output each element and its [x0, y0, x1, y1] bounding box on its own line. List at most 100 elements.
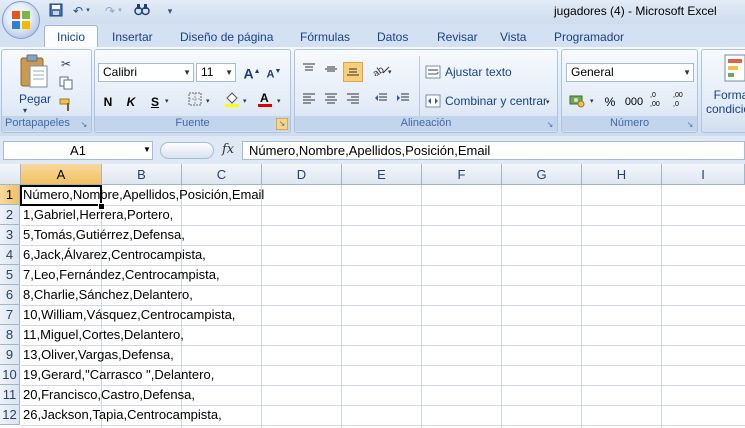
dialog-launcher-icon[interactable]: ↘ — [79, 120, 89, 130]
wrap-text-label[interactable]: Ajustar texto — [445, 65, 512, 79]
office-button[interactable] — [2, 1, 40, 39]
row-header[interactable]: 10 — [0, 365, 20, 385]
increase-decimal-button[interactable]: ,0 ,00 — [650, 91, 670, 111]
tab-insertar[interactable]: Insertar — [112, 27, 153, 47]
tab-inicio[interactable]: Inicio — [44, 25, 98, 48]
cell-a11[interactable]: 20,Francisco,Castro,Defensa, — [23, 385, 195, 405]
fill-color-dropdown-icon[interactable]: ▾ — [243, 97, 247, 105]
currency-icon[interactable] — [567, 92, 587, 112]
row-header[interactable]: 5 — [0, 265, 20, 285]
column-header-d[interactable]: D — [262, 164, 342, 185]
fill-handle[interactable] — [98, 203, 105, 210]
tab-formulas[interactable]: Fórmulas — [300, 27, 350, 47]
cut-icon[interactable]: ✂ — [56, 54, 76, 74]
redo-dropdown-icon[interactable]: ▾ — [116, 3, 124, 19]
tab-datos[interactable]: Datos — [377, 27, 408, 47]
cell-a8[interactable]: 11,Miguel,Cortes,Delantero, — [23, 325, 184, 345]
format-painter-icon[interactable] — [56, 98, 76, 118]
row-header[interactable]: 8 — [0, 325, 20, 345]
decrease-indent-icon[interactable] — [371, 91, 391, 111]
column-header-i[interactable]: I — [662, 164, 745, 185]
undo-dropdown-icon[interactable]: ▾ — [84, 3, 92, 19]
wrap-text-icon[interactable] — [425, 64, 441, 80]
tab-vista[interactable]: Vista — [500, 27, 526, 47]
merge-center-label[interactable]: Combinar y centrar — [445, 94, 547, 108]
paste-icon[interactable] — [18, 54, 50, 90]
italic-button[interactable]: K — [121, 92, 141, 112]
row-header[interactable]: 4 — [0, 245, 20, 265]
align-bottom-icon[interactable] — [343, 62, 363, 82]
font-size-select[interactable]: 11 ▼ — [196, 63, 236, 82]
column-header-a[interactable]: A — [21, 164, 102, 185]
column-header-g[interactable]: G — [502, 164, 582, 185]
align-left-icon[interactable] — [299, 91, 319, 111]
number-format-select[interactable]: General ▼ — [566, 63, 694, 82]
column-header-e[interactable]: E — [342, 164, 422, 185]
chevron-down-icon: ▼ — [225, 68, 233, 77]
decrease-decimal-button[interactable]: ,00 ,0 — [673, 91, 693, 111]
formula-input[interactable]: Número,Nombre,Apellidos,Posición,Email — [242, 141, 745, 160]
align-middle-icon[interactable] — [321, 62, 341, 82]
column-header-b[interactable]: B — [102, 164, 182, 185]
worksheet-grid[interactable]: A B C D E F G H I 1 2 3 4 5 6 7 8 9 10 1… — [0, 164, 745, 428]
underline-button[interactable]: S — [145, 92, 165, 112]
row-header[interactable]: 6 — [0, 285, 20, 305]
row-header[interactable]: 2 — [0, 205, 20, 225]
increase-indent-icon[interactable] — [393, 91, 413, 111]
name-box-dropdown-icon[interactable]: ▼ — [143, 145, 151, 154]
cell-a5[interactable]: 7,Leo,Fernández,Centrocampista, — [23, 265, 220, 285]
row-header[interactable]: 7 — [0, 305, 20, 325]
orientation-icon[interactable]: ab ▾ — [369, 62, 395, 82]
name-box[interactable]: A1 — [3, 141, 153, 160]
tab-programador[interactable]: Programador — [554, 27, 624, 47]
row-header[interactable]: 12 — [0, 405, 20, 425]
borders-icon[interactable] — [185, 92, 205, 112]
percent-button[interactable]: % — [600, 92, 620, 112]
align-right-icon[interactable] — [343, 91, 363, 111]
font-color-dropdown-icon[interactable]: ▾ — [277, 97, 281, 105]
bold-button[interactable]: N — [98, 92, 118, 112]
shrink-font-icon[interactable]: A▼ — [264, 62, 284, 82]
paste-label[interactable]: Pegar — [19, 92, 51, 106]
cell-a3[interactable]: 5,Tomás,Gutiérrez,Defensa, — [23, 225, 185, 245]
print-preview-icon[interactable] — [133, 3, 151, 19]
align-center-icon[interactable] — [321, 91, 341, 111]
font-name-select[interactable]: Calibri ▼ — [98, 63, 194, 82]
row-header[interactable]: 3 — [0, 225, 20, 245]
conditional-format-icon[interactable] — [724, 54, 745, 84]
column-header-f[interactable]: F — [422, 164, 502, 185]
cell-a10[interactable]: 19,Gerard,"Carrasco ",Delantero, — [23, 365, 214, 385]
save-icon[interactable] — [48, 3, 64, 19]
dialog-launcher-icon[interactable]: ↘ — [276, 118, 288, 130]
fill-color-icon[interactable] — [222, 90, 242, 110]
underline-dropdown-icon[interactable]: ▾ — [165, 97, 169, 105]
tab-revisar[interactable]: Revisar — [437, 27, 478, 47]
cell-a9[interactable]: 13,Oliver,Vargas,Defensa, — [23, 345, 174, 365]
grow-font-icon[interactable]: A▲ — [242, 62, 262, 82]
insert-function-icon[interactable]: fx — [222, 142, 234, 157]
customize-icon[interactable]: ▾ — [165, 3, 175, 19]
merge-dropdown-icon[interactable]: ▾ — [546, 98, 550, 106]
column-header-h[interactable]: H — [582, 164, 662, 185]
align-top-icon[interactable] — [299, 62, 319, 82]
row-header[interactable]: 9 — [0, 345, 20, 365]
column-header-c[interactable]: C — [182, 164, 262, 185]
dialog-launcher-icon[interactable]: ↘ — [545, 120, 555, 130]
tab-diseno-de-pagina[interactable]: Diseño de página — [180, 27, 273, 47]
dialog-launcher-icon[interactable]: ↘ — [685, 120, 695, 130]
cell-a4[interactable]: 6,Jack,Álvarez,Centrocampista, — [23, 245, 206, 265]
row-header[interactable]: 1 — [0, 185, 20, 205]
conditional-format-label[interactable]: Formato condicional — [706, 88, 745, 116]
cell-a7[interactable]: 10,William,Vásquez,Centrocampista, — [23, 305, 235, 325]
copy-icon[interactable] — [56, 76, 76, 96]
select-all-corner[interactable] — [0, 164, 21, 185]
font-color-icon[interactable]: A — [255, 90, 275, 110]
borders-dropdown-icon[interactable]: ▾ — [206, 97, 210, 105]
cell-a6[interactable]: 8,Charlie,Sánchez,Delantero, — [23, 285, 193, 305]
currency-dropdown-icon[interactable]: ▾ — [590, 97, 594, 105]
paste-dropdown-icon[interactable]: ▾ — [23, 106, 27, 115]
row-header[interactable]: 11 — [0, 385, 20, 405]
merge-center-icon[interactable] — [425, 93, 441, 109]
thousands-button[interactable]: 000 — [622, 92, 646, 112]
cell-a12[interactable]: 26,Jackson,Tapia,Centrocampista, — [23, 405, 222, 425]
